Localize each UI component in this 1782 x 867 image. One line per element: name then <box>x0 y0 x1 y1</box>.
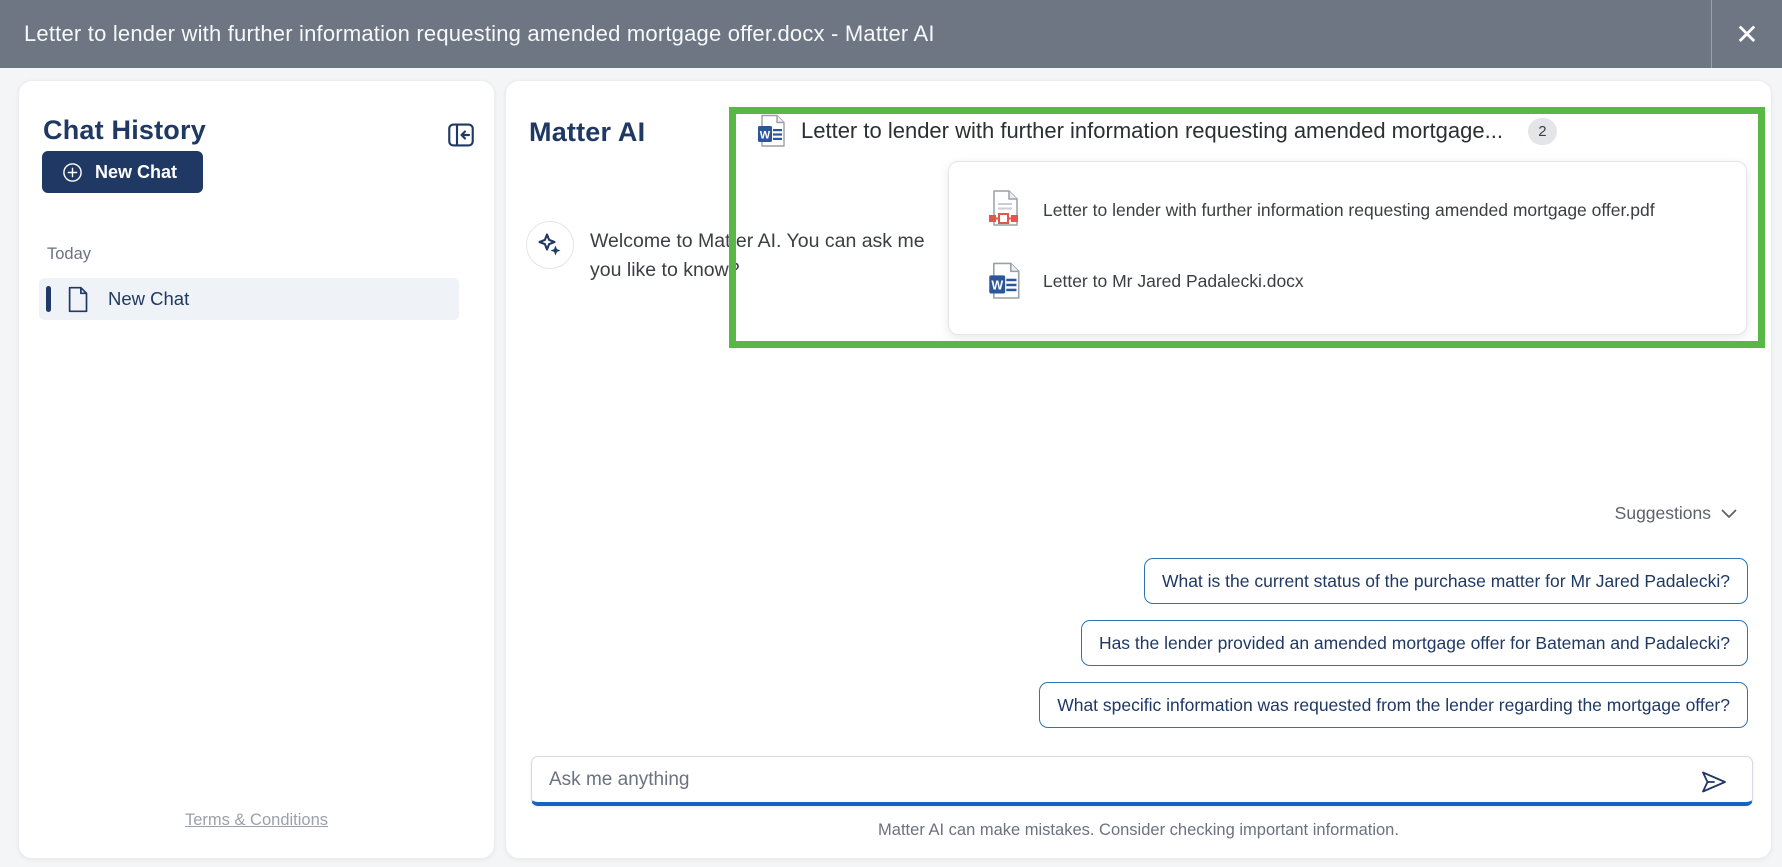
svg-text:W: W <box>760 130 771 142</box>
window-title: Letter to lender with further informatio… <box>24 21 935 47</box>
ask-input[interactable] <box>531 756 1753 806</box>
plus-circle-icon <box>62 162 83 183</box>
welcome-text-line2: you like to know? <box>590 256 925 285</box>
suggestions-toggle-label: Suggestions <box>1615 503 1711 524</box>
attachment-count-badge[interactable]: 2 <box>1528 118 1557 145</box>
assistant-welcome-message: Welcome to Matter AI. You can ask me you… <box>526 221 925 285</box>
suggestion-button-1[interactable]: What is the current status of the purcha… <box>1144 558 1748 604</box>
attachment-name: Letter to lender with further informatio… <box>1043 200 1655 221</box>
window-close-button[interactable]: ✕ <box>1712 0 1782 68</box>
matter-ai-title: Matter AI <box>529 117 645 148</box>
attachment-name: Letter to Mr Jared Padalecki.docx <box>1043 271 1304 292</box>
attachment-item-docx[interactable]: W Letter to Mr Jared Padalecki.docx <box>987 261 1304 301</box>
word-file-icon: W <box>987 261 1021 301</box>
suggestions-toggle[interactable]: Suggestions <box>1615 503 1737 524</box>
disclaimer-text: Matter AI can make mistakes. Consider ch… <box>506 821 1771 840</box>
chat-history-item[interactable]: New Chat <box>39 278 459 320</box>
send-icon <box>1699 769 1729 795</box>
close-icon: ✕ <box>1735 18 1758 51</box>
new-chat-button-label: New Chat <box>95 162 177 183</box>
chat-item-label: New Chat <box>108 288 189 310</box>
send-button[interactable] <box>1694 766 1734 798</box>
suggestion-button-2[interactable]: Has the lender provided an amended mortg… <box>1081 620 1748 666</box>
window-titlebar: Letter to lender with further informatio… <box>0 0 1782 68</box>
document-icon <box>66 286 89 313</box>
chevron-down-icon <box>1721 509 1737 519</box>
attachments-dropdown: Letter to lender with further informatio… <box>948 161 1747 335</box>
sparkles-icon <box>537 232 563 258</box>
collapse-sidebar-button[interactable] <box>443 119 479 155</box>
history-section-label: Today <box>47 245 91 264</box>
attached-document-header[interactable]: W Letter to lender with further informat… <box>756 114 1557 148</box>
pdf-file-icon <box>987 189 1021 231</box>
terms-and-conditions-link[interactable]: Terms & Conditions <box>19 811 494 830</box>
welcome-text-line1: Welcome to Matter AI. You can ask me <box>590 227 925 256</box>
collapse-sidebar-icon <box>445 119 477 156</box>
chat-history-panel: Chat History New Chat Today <box>18 80 495 859</box>
attachment-item-pdf[interactable]: Letter to lender with further informatio… <box>987 189 1655 231</box>
active-chat-accent-bar <box>46 286 51 312</box>
svg-text:W: W <box>991 279 1003 293</box>
word-file-icon: W <box>756 114 786 148</box>
attached-document-title: Letter to lender with further informatio… <box>801 118 1503 144</box>
assistant-avatar <box>526 221 574 269</box>
suggestion-button-3[interactable]: What specific information was requested … <box>1039 682 1748 728</box>
chat-history-title: Chat History <box>43 115 206 146</box>
new-chat-button[interactable]: New Chat <box>42 151 203 193</box>
